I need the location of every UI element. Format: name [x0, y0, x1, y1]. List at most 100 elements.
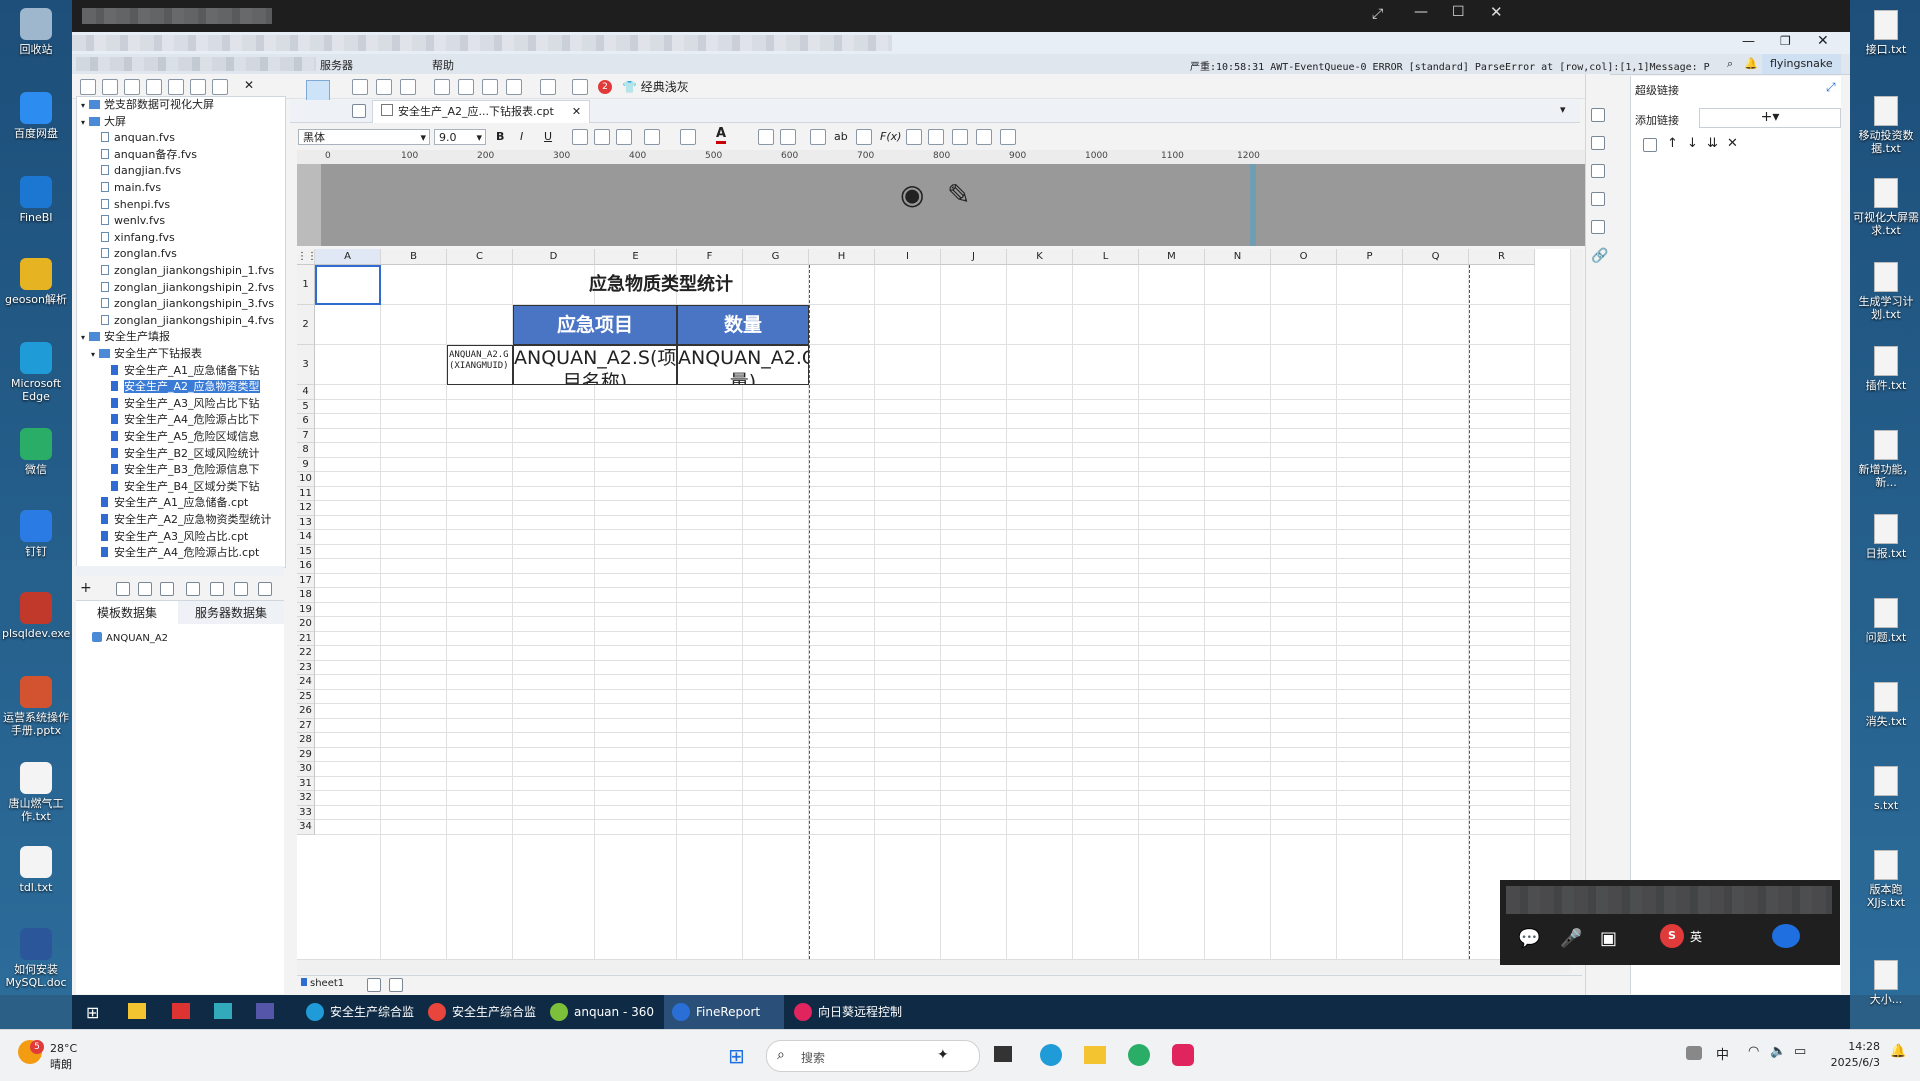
row-header[interactable]: 30	[297, 762, 315, 777]
add-link-button[interactable]: +▾	[1699, 108, 1841, 128]
tree-item[interactable]: zonglan.fvs	[77, 246, 307, 262]
row-header[interactable]: 19	[297, 602, 315, 617]
cell-attr-icon[interactable]	[1591, 136, 1605, 150]
app-icon[interactable]	[214, 1003, 232, 1019]
row-header[interactable]: 1	[297, 265, 315, 305]
tree-item[interactable]: 安全生产_A3_风险占比下钻	[77, 396, 317, 412]
tab-template-dataset[interactable]: 模板数据集	[76, 601, 178, 625]
ime-voice-icon[interactable]	[1772, 924, 1800, 948]
desktop-file-icon[interactable]: 大小...	[1852, 960, 1920, 1006]
status-message[interactable]: 严重:10:58:31 AWT-EventQueue-0 ERROR [stan…	[1190, 58, 1710, 73]
grid-view-icon[interactable]	[352, 104, 366, 118]
taskbar-app-button[interactable]: 向日葵远程控制	[786, 995, 906, 1029]
desktop-icon[interactable]: 微信	[2, 428, 70, 476]
tree-item[interactable]: 安全生产_B3_危险源信息下	[77, 462, 317, 478]
column-header[interactable]: I	[875, 249, 941, 265]
ime-indicator[interactable]: 中	[1716, 1044, 1729, 1063]
align-right-icon[interactable]	[616, 129, 632, 145]
row-header[interactable]: 14	[297, 530, 315, 545]
desktop-file-icon[interactable]: 接口.txt	[1852, 10, 1920, 56]
tree-item[interactable]: 安全生产_A1_应急储备.cpt	[77, 495, 307, 511]
tab-server-dataset[interactable]: 服务器数据集	[180, 601, 282, 625]
add-form-sheet-icon[interactable]	[389, 978, 403, 992]
row-header[interactable]: 18	[297, 588, 315, 603]
delete-dataset-icon[interactable]	[138, 582, 152, 596]
undo-icon[interactable]	[376, 79, 392, 95]
paste-icon[interactable]	[482, 79, 498, 95]
toggle-icon[interactable]: ▾	[91, 347, 99, 362]
condition-icon[interactable]	[1591, 220, 1605, 234]
float-element-icon[interactable]	[1591, 164, 1605, 178]
tree-item[interactable]: 安全生产_A4_危险源占比.cpt	[77, 545, 307, 561]
widget-icon[interactable]	[1591, 192, 1605, 206]
tree-scroll[interactable]	[76, 566, 284, 576]
wps-icon[interactable]	[172, 1003, 190, 1019]
row-header[interactable]: 29	[297, 747, 315, 762]
underline-button[interactable]: U	[544, 130, 552, 143]
column-header[interactable]: C	[447, 249, 513, 265]
column-header[interactable]: Q	[1403, 249, 1469, 265]
tree-item[interactable]: 安全生产_A1_应急储备下钻	[77, 363, 317, 379]
desktop-file-icon[interactable]: 可视化大屏需求.txt	[1852, 178, 1920, 237]
font-color-button[interactable]: A	[716, 127, 727, 144]
theme-label[interactable]: 👕 经典浅灰	[622, 78, 689, 95]
desktop-icon[interactable]: 如何安装MySQL.doc	[2, 928, 70, 989]
username-label[interactable]: flyingsnake	[1762, 54, 1841, 74]
tree-item[interactable]: ▾ 党支部数据可视化大屏	[77, 97, 287, 113]
row-header[interactable]: 2	[297, 305, 315, 345]
font-size-select[interactable]: 9.0 ▾	[434, 129, 486, 145]
tree-item[interactable]: ▾ 安全生产填报	[77, 329, 287, 345]
unmerge-icon[interactable]	[780, 129, 796, 145]
preview-icon[interactable]	[540, 79, 556, 95]
text-cell-icon[interactable]: ab	[834, 130, 848, 143]
bell-icon[interactable]: 🔔	[1744, 57, 1758, 70]
tree-item[interactable]: 安全生产_A2_应急物资类型	[77, 379, 317, 395]
taskbar-app-button[interactable]: 安全生产综合监管...	[420, 995, 540, 1053]
format-painter-icon[interactable]	[506, 79, 522, 95]
wifi-icon[interactable]: ◠	[1748, 1044, 1759, 1059]
row-header[interactable]: 33	[297, 805, 315, 820]
screen-icon[interactable]: ▣	[1600, 928, 1617, 949]
taskbar-search[interactable]: ⌕ 搜索 ✦	[766, 1040, 980, 1072]
cut-icon[interactable]	[434, 79, 450, 95]
connection-icon[interactable]	[210, 582, 224, 596]
zoom-icon[interactable]	[572, 79, 588, 95]
desktop-icon[interactable]: plsqldev.exe	[2, 592, 70, 640]
locate-icon[interactable]	[212, 79, 228, 95]
desktop-file-icon[interactable]: 消失.txt	[1852, 682, 1920, 728]
dataset-item[interactable]: ANQUAN_A2	[92, 632, 168, 644]
c3-cell[interactable]: ANQUAN_A2.G(XIANGMUID)	[447, 345, 513, 385]
sheet-tab[interactable]: sheet1	[301, 978, 344, 989]
tree-item[interactable]: 安全生产_A3_风险占比.cpt	[77, 529, 307, 545]
edit-icon[interactable]: ✎	[947, 178, 970, 211]
notification-icon[interactable]: 🔔	[1890, 1044, 1906, 1059]
tree-item[interactable]: dangjian.fvs	[77, 163, 307, 179]
align-left-icon[interactable]	[572, 129, 588, 145]
clock-date[interactable]: 2025/6/3	[1822, 1056, 1880, 1069]
desktop-file-icon[interactable]: 新增功能，新...	[1852, 430, 1920, 489]
formula-icon[interactable]: F(x)	[880, 130, 901, 143]
copy-format-icon[interactable]	[458, 79, 474, 95]
tree-item[interactable]: anquan.fvs	[77, 130, 307, 146]
tree-item[interactable]: 安全生产_A5_危险区域信息	[77, 429, 317, 445]
taskbar-app-button[interactable]: FineReport 11.0.3...	[664, 995, 784, 1053]
minimize-icon[interactable]: —	[1414, 4, 1428, 20]
row-header[interactable]: 9	[297, 457, 315, 472]
row-header[interactable]: 26	[297, 704, 315, 719]
move-bottom-icon[interactable]: ⇊	[1707, 136, 1718, 151]
tree-item[interactable]: zonglan_jiankongshipin_4.fvs	[77, 313, 307, 329]
tab-report[interactable]: 安全生产_A2_应...下钻报表.cpt ✕	[372, 100, 591, 123]
copy-dataset-icon[interactable]	[160, 582, 174, 596]
tree-item[interactable]: anquan备存.fvs	[77, 147, 307, 163]
redo-icon[interactable]	[400, 79, 416, 95]
tree-item[interactable]: wenlv.fvs	[77, 213, 307, 229]
tree-item[interactable]: ▾ 安全生产下钻报表	[77, 346, 297, 362]
font-name-select[interactable]: 黑体 ▾	[298, 129, 430, 145]
move-up-icon[interactable]: ↑	[1667, 136, 1678, 151]
slash-icon[interactable]	[952, 129, 968, 145]
app-close-icon[interactable]: ✕	[1817, 33, 1829, 49]
tree-item[interactable]: 安全生产_A4_危险源占比下	[77, 412, 317, 428]
toggle-icon[interactable]: ▾	[81, 330, 89, 345]
edge-icon[interactable]	[1040, 1044, 1062, 1066]
app-restore-icon[interactable]: ❐	[1780, 34, 1791, 48]
